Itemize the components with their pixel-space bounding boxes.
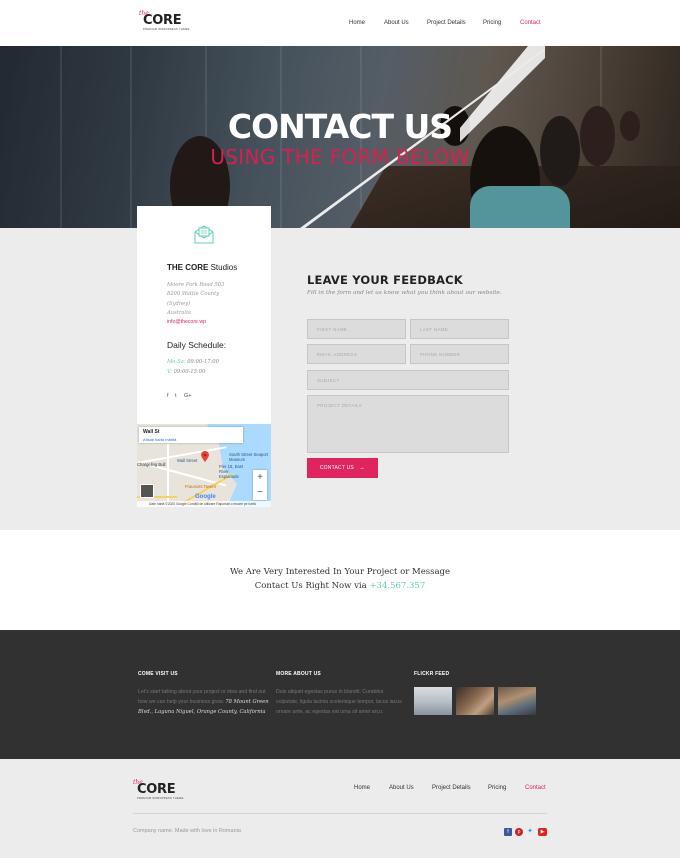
address-line: Moore Park Road 503 xyxy=(167,282,225,288)
google-plus-icon[interactable]: G+ xyxy=(184,393,192,399)
nav-about[interactable]: About Us xyxy=(384,20,409,26)
footer-logo[interactable]: the CORE PREMIUM WORDPRESS THEME xyxy=(133,779,183,803)
about-us-text: Duis aliquet egestas purus in blandit. C… xyxy=(276,689,402,715)
zoom-in-button[interactable]: + xyxy=(253,470,267,485)
map-info-box: Wall St Afișați harta mărită xyxy=(139,427,243,443)
subject-input[interactable]: SUBJECT xyxy=(307,370,509,390)
location-map[interactable]: Wall St Afișați harta mărită Wall Street… xyxy=(137,424,271,507)
map-label: Wall Street xyxy=(177,458,198,463)
map-label: Chargeling Bull xyxy=(137,462,166,467)
facebook-icon[interactable]: f xyxy=(504,828,512,836)
logo-tagline: PREMIUM WORDPRESS THEME xyxy=(137,797,184,800)
copyright-text: Company name. Made with love in Romania xyxy=(133,828,241,834)
logo-word: CORE xyxy=(143,13,182,28)
footer-divider xyxy=(133,813,547,814)
site-footer: the CORE PREMIUM WORDPRESS THEME Home Ab… xyxy=(0,759,680,858)
hero-subtitle: USING THE FORM BELOW xyxy=(210,145,470,169)
contact-us-button[interactable]: CONTACT US → xyxy=(307,458,378,478)
footer-nav-contact[interactable]: Contact xyxy=(525,785,546,791)
footer-widgets: COME VISIT US Let's start talking about … xyxy=(0,630,680,759)
map-attribution: Date hartă ©2020 Google Condiții de util… xyxy=(137,501,271,507)
interest-line: We Are Very Interested In Your Project o… xyxy=(229,567,451,577)
map-place-name: Wall St xyxy=(143,429,160,435)
schedule-title: Daily Schedule: xyxy=(167,340,227,350)
nav-project-details[interactable]: Project Details xyxy=(427,20,466,26)
address-line: 8200 Wattle County xyxy=(167,291,220,297)
map-label: Fraunces Tavern xyxy=(185,484,217,489)
map-label: Pier 15, East River Esplanade xyxy=(219,464,243,479)
first-name-input[interactable]: FIRST NAME xyxy=(307,319,406,339)
feedback-subtitle: Fill in the form and let us know what yo… xyxy=(307,290,502,296)
facebook-icon[interactable]: f xyxy=(167,393,169,399)
about-us-title: MORE ABOUT US xyxy=(276,671,321,677)
schedule-row: V: 09:00-15:00 xyxy=(167,369,206,375)
project-details-textarea[interactable]: PROJECT DETAILS xyxy=(307,395,509,453)
footer-nav-pricing[interactable]: Pricing xyxy=(488,785,506,791)
twitter-icon[interactable]: ✦ xyxy=(526,828,534,836)
flickr-title: FLICKR FEED xyxy=(414,671,450,677)
logo-tagline: PREMIUM WORDPRESS THEME xyxy=(143,28,190,31)
logo[interactable]: the CORE PREMIUM WORDPRESS THEME xyxy=(139,10,189,34)
address-line: Australia xyxy=(167,310,191,316)
phone-input[interactable]: PHONE NUMBER xyxy=(410,344,509,364)
map-enlarge-link[interactable]: Afișați harta mărită xyxy=(143,437,176,442)
footer-nav-project-details[interactable]: Project Details xyxy=(432,785,471,791)
google-logo: Google xyxy=(195,494,216,500)
arrow-right-icon: → xyxy=(358,465,366,471)
map-pin-icon[interactable] xyxy=(201,451,209,462)
nav-contact[interactable]: Contact xyxy=(520,20,541,26)
nav-home[interactable]: Home xyxy=(349,20,365,26)
hero-banner: CONTACT US USING THE FORM BELOW xyxy=(0,46,680,228)
last-name-input[interactable]: LAST NAME xyxy=(410,319,509,339)
map-satellite-toggle[interactable] xyxy=(140,484,154,498)
hero-title: CONTACT US xyxy=(227,107,453,146)
address-line: (Sydney) xyxy=(167,301,191,307)
logo-word: CORE xyxy=(137,782,176,797)
email-input[interactable]: EMAIL ADDRESS xyxy=(307,344,406,364)
flickr-thumb[interactable] xyxy=(414,687,452,715)
map-road xyxy=(167,444,169,504)
zoom-out-button[interactable]: − xyxy=(253,485,267,500)
flickr-thumb[interactable] xyxy=(498,687,536,715)
flickr-thumb[interactable] xyxy=(456,687,494,715)
site-header: the CORE PREMIUM WORDPRESS THEME Home Ab… xyxy=(0,0,680,46)
phone-link[interactable]: +34.567.357 xyxy=(369,581,425,591)
footer-nav-home[interactable]: Home xyxy=(354,785,370,791)
visit-us-title: COME VISIT US xyxy=(138,671,178,677)
pinterest-icon[interactable]: p xyxy=(515,828,523,836)
map-label: South Street Seaport Museum xyxy=(229,452,269,462)
nav-pricing[interactable]: Pricing xyxy=(483,20,501,26)
youtube-icon[interactable]: ▶ xyxy=(538,828,547,836)
studio-name: THE CORE Studios xyxy=(167,263,238,272)
visit-us-text: Let's start talking about your project o… xyxy=(138,689,269,715)
feedback-title: LEAVE YOUR FEEDBACK xyxy=(307,273,463,287)
interest-section: We Are Very Interested In Your Project o… xyxy=(0,530,680,630)
schedule-row: Mo-Sa: 09:00-17:00 xyxy=(167,359,219,365)
twitter-icon[interactable]: t xyxy=(175,393,177,399)
footer-nav-about[interactable]: About Us xyxy=(389,785,414,791)
interest-contact-line: Contact Us Right Now via +34.567.357 xyxy=(254,581,426,591)
email-link[interactable]: info@thecore.wp xyxy=(167,319,206,325)
map-zoom-control: + − xyxy=(253,470,267,500)
studio-info-card: THE CORE Studios Moore Park Road 503 820… xyxy=(137,206,271,424)
envelope-icon xyxy=(194,225,214,244)
